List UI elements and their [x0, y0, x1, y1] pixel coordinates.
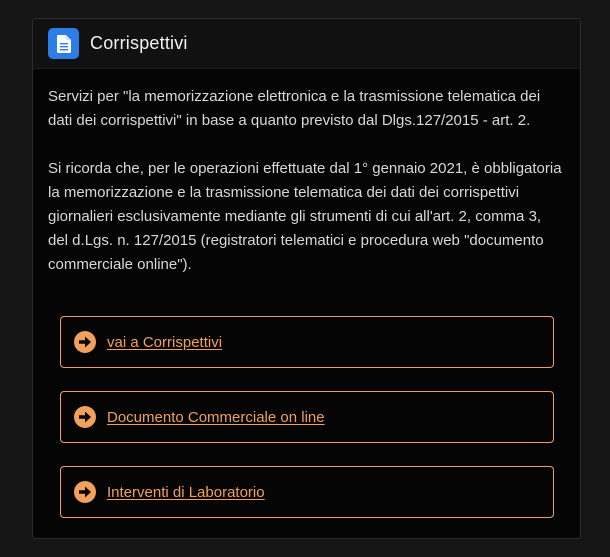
link-vai-a-corrispettivi[interactable]: vai a Corrispettivi — [60, 316, 554, 368]
arrow-right-circle-icon — [74, 331, 96, 353]
panel-title: Corrispettivi — [90, 33, 188, 53]
notice-paragraph: Si ricorda che, per le operazioni effett… — [48, 160, 562, 273]
panel-body: Servizi per "la memorizzazione elettroni… — [33, 69, 580, 277]
link-label[interactable]: Documento Commerciale on line — [107, 409, 325, 426]
panel-header: Corrispettivi — [33, 19, 580, 69]
arrow-right-circle-icon — [74, 406, 96, 428]
link-documento-commerciale[interactable]: Documento Commerciale on line — [60, 391, 554, 443]
link-label[interactable]: vai a Corrispettivi — [107, 334, 222, 351]
link-label[interactable]: Interventi di Laboratorio — [107, 484, 265, 501]
link-list: vai a Corrispettivi Documento Commercial… — [60, 316, 554, 541]
arrow-right-circle-icon — [74, 481, 96, 503]
link-interventi-di-laboratorio[interactable]: Interventi di Laboratorio — [60, 466, 554, 518]
intro-paragraph: Servizi per "la memorizzazione elettroni… — [48, 88, 541, 129]
document-icon — [48, 28, 79, 59]
corrispettivi-panel: Corrispettivi Servizi per "la memorizzaz… — [32, 18, 581, 539]
